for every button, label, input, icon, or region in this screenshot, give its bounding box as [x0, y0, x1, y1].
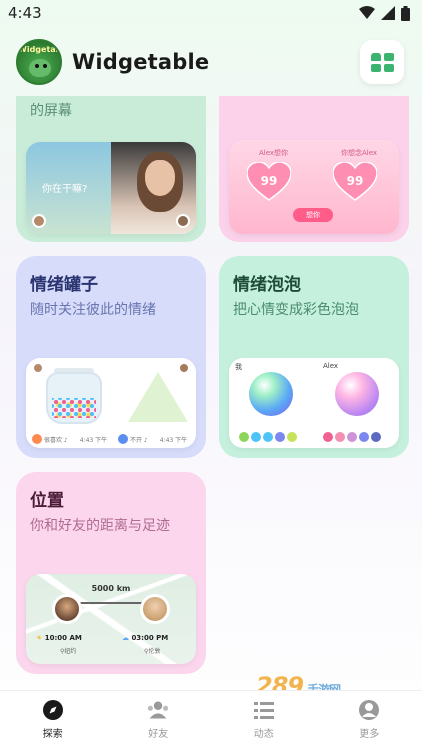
feed-icon [253, 699, 275, 721]
miss-you-button[interactable]: 想你 [293, 208, 333, 222]
nav-feed-label: 动态 [253, 729, 274, 740]
map-right-time: ☁ 03:00 PM [122, 634, 169, 642]
mood-jar-title: 情绪罐子 [30, 275, 98, 295]
map-distance-line [72, 602, 150, 604]
signal-icon [381, 6, 395, 20]
mood-jar-card[interactable]: 情绪罐子 随时关注彼此的情绪 很喜欢 ♪ 4:43 下午 不开 ♪ 4:43 下… [16, 256, 206, 458]
nav-friends[interactable]: 好友 [106, 691, 212, 748]
love-right-value: 99 [346, 174, 364, 188]
status-time: 4:43 [8, 4, 42, 22]
screen-bubble-text: 你在干嘛? [42, 184, 88, 195]
mood-jar-subtitle: 随时关注彼此的情绪 [30, 302, 156, 318]
status-bar: 4:43 [0, 0, 422, 26]
love-left-value: 99 [260, 174, 278, 188]
avatar [32, 214, 46, 228]
nav-more[interactable]: 更多 [317, 691, 422, 748]
mood-bubble-subtitle: 把心情变成彩色泡泡 [233, 302, 359, 318]
screen-widget-card[interactable]: 的屏幕 你在干嘛? [16, 96, 206, 242]
map-right-place: ⚲伦敦 [144, 648, 161, 655]
bubble-right-label: Alex [323, 362, 339, 370]
friends-icon [147, 699, 169, 721]
grid-icon [370, 52, 381, 61]
map-left-place: ⚲纽约 [60, 648, 77, 655]
jar-right-footer: 不开 ♪ 4:43 下午 [118, 434, 187, 444]
love-left-label: Alex想你 [259, 149, 289, 157]
screen-card-subtitle: 的屏幕 [30, 103, 72, 119]
mood-bubble-title: 情绪泡泡 [233, 275, 301, 295]
sun-icon: ☀ [36, 634, 43, 642]
jar-left-footer: 很喜欢 ♪ 4:43 下午 [32, 434, 107, 444]
profile-icon [358, 699, 380, 721]
bubble-emoji-row-right [323, 432, 381, 442]
avatar [52, 594, 82, 624]
widgets-grid-button[interactable] [360, 40, 404, 84]
miss-you-preview: Alex想你 你想念Alex 99 99 想你 [229, 140, 399, 234]
mood-orb-icon [249, 372, 293, 416]
mood-bubble-preview: 我 Alex [229, 358, 399, 448]
nav-more-label: 更多 [359, 729, 380, 740]
mood-orb-icon [335, 372, 379, 416]
nav-explore[interactable]: 探索 [0, 691, 106, 748]
mood-bubble-card[interactable]: 情绪泡泡 把心情变成彩色泡泡 我 Alex [219, 256, 409, 458]
jar-icon [46, 372, 102, 424]
screen-preview: 你在干嘛? [26, 142, 196, 234]
love-right-label: 你想念Alex [341, 149, 378, 157]
location-map-preview: 5000 km ☀ 10:00 AM ☁ 03:00 PM ⚲纽约 ⚲伦敦 [26, 574, 196, 664]
logo-text: Widgetable [18, 45, 62, 54]
wifi-icon [359, 6, 375, 19]
compass-icon [42, 699, 64, 721]
location-subtitle: 你和好友的距离与足迹 [30, 518, 170, 534]
location-card[interactable]: 位置 你和好友的距离与足迹 5000 km ☀ 10:00 AM ☁ 03:00… [16, 472, 206, 674]
location-title: 位置 [30, 491, 64, 511]
app-title: Widgetable [72, 50, 210, 74]
avatar [140, 594, 170, 624]
avatar [32, 362, 44, 374]
cloud-icon: ☁ [122, 634, 129, 642]
avatar [176, 214, 190, 228]
mood-jar-preview: 很喜欢 ♪ 4:43 下午 不开 ♪ 4:43 下午 [26, 358, 196, 448]
tree-jar-icon [128, 372, 188, 422]
map-left-time: ☀ 10:00 AM [36, 634, 82, 642]
status-icons [359, 5, 410, 21]
app-header: Widgetable Widgetable [0, 36, 422, 88]
nav-feed[interactable]: 动态 [211, 691, 317, 748]
bubble-emoji-row-left [239, 432, 297, 442]
app-logo: Widgetable [16, 39, 62, 85]
map-distance: 5000 km [91, 584, 131, 593]
battery-icon [401, 5, 410, 21]
miss-you-widget-card[interactable]: Alex想你 你想念Alex 99 99 想你 [219, 96, 409, 242]
nav-explore-label: 探索 [42, 729, 63, 740]
bubble-left-label: 我 [235, 363, 242, 371]
nav-friends-label: 好友 [148, 729, 169, 740]
bottom-nav: 探索 好友 动态 更多 [0, 690, 422, 748]
